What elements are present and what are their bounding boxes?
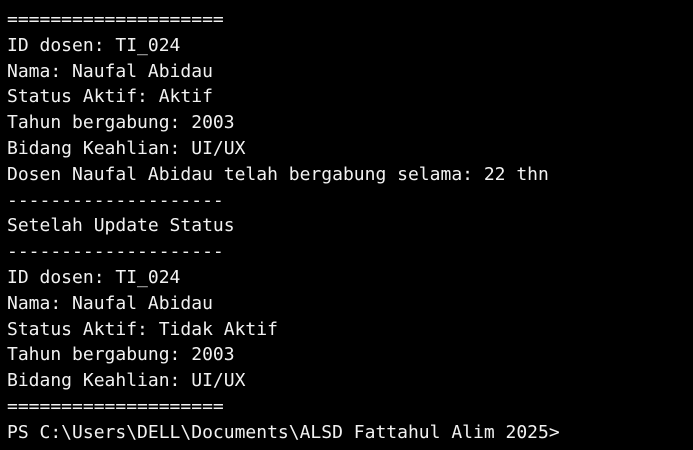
output-id-dosen: ID dosen: TI_024	[7, 266, 181, 288]
output-tahun-bergabung: Tahun bergabung: 2003	[7, 112, 235, 134]
powershell-prompt[interactable]: PS C:\Users\DELL\Documents\ALSD Fattahul…	[7, 420, 693, 446]
output-dash-separator: --------------------	[7, 189, 224, 211]
output-tahun-bergabung: Tahun bergabung: 2003	[7, 344, 235, 366]
output-status-aktif: Status Aktif: Aktif	[7, 86, 213, 108]
output-id-dosen: ID dosen: TI_024	[7, 34, 181, 56]
output-bidang-keahlian: Bidang Keahlian: UI/UX	[7, 370, 246, 392]
output-dash-separator: --------------------	[7, 241, 224, 263]
output-nama: Nama: Naufal Abidau	[7, 292, 213, 314]
output-nama: Nama: Naufal Abidau	[7, 60, 213, 82]
output-separator-top: ====================	[7, 9, 224, 30]
output-separator-bottom: ====================	[7, 395, 224, 417]
output-update-heading: Setelah Update Status	[7, 215, 235, 237]
output-bidang-keahlian: Bidang Keahlian: UI/UX	[7, 137, 246, 159]
output-lama-bergabung: Dosen Naufal Abidau telah bergabung sela…	[7, 163, 549, 185]
terminal-window[interactable]: ==================== ID dosen: TI_024 Na…	[0, 0, 693, 450]
output-status-aktif: Status Aktif: Tidak Aktif	[7, 318, 278, 340]
